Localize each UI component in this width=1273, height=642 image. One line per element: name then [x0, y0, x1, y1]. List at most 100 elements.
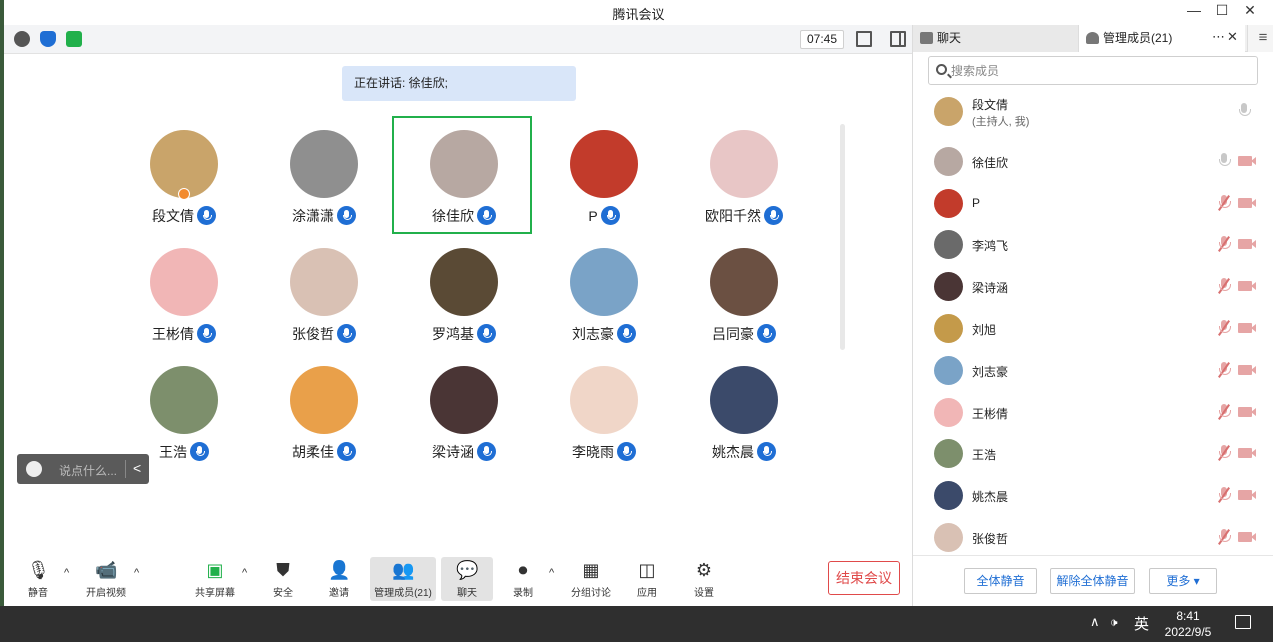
participant-name-text: 涂潇潇 — [292, 208, 334, 224]
mute-all-button[interactable]: 全体静音 — [964, 568, 1037, 594]
notification-icon[interactable] — [1235, 615, 1251, 629]
grid-scrollbar[interactable] — [840, 124, 845, 350]
tab-chat[interactable]: 聊天 — [913, 25, 1079, 52]
member-row[interactable]: 刘旭 — [913, 308, 1273, 350]
member-row[interactable]: 王彬倩 — [913, 392, 1273, 434]
participant-tile[interactable]: P — [534, 118, 674, 236]
member-search[interactable] — [928, 56, 1258, 85]
mic-muted-icon[interactable] — [1218, 236, 1231, 253]
apps-button[interactable]: ◫ 应用 — [616, 557, 678, 601]
unmute-all-button[interactable]: 解除全体静音 — [1050, 568, 1135, 594]
member-row[interactable]: 梁诗涵 — [913, 266, 1273, 308]
member-row[interactable]: 张俊哲 — [913, 517, 1273, 559]
mic-muted-icon[interactable] — [1218, 361, 1231, 378]
participant-tile[interactable]: 吕同豪 — [674, 236, 814, 354]
camera-off-icon[interactable] — [1238, 239, 1256, 250]
mic-muted-icon[interactable] — [1218, 445, 1231, 462]
record-button[interactable]: ⏺ 录制 — [492, 557, 554, 601]
camera-off-icon[interactable] — [1238, 490, 1256, 501]
participant-name: 王彬倩 — [114, 324, 254, 344]
mic-muted-icon[interactable] — [1218, 487, 1231, 504]
member-search-input[interactable] — [951, 61, 1241, 80]
microphone-icon[interactable] — [1238, 103, 1251, 119]
close-window-button[interactable]: ✕ — [1238, 2, 1262, 19]
microphone-icon[interactable] — [1218, 152, 1231, 169]
camera-off-icon[interactable] — [1238, 364, 1256, 375]
member-row[interactable]: 段文倩 (主持人, 我) — [913, 91, 1273, 133]
participant-tile[interactable]: 李晓雨 — [534, 354, 674, 472]
maximize-button[interactable]: ☐ — [1210, 2, 1234, 19]
toggle-panel-icon[interactable] — [890, 31, 906, 47]
share-options-caret[interactable]: ^ — [242, 567, 247, 579]
member-row[interactable]: P — [913, 183, 1273, 225]
participant-name-text: 欧阳千然 — [705, 208, 761, 224]
microphone-icon — [477, 324, 496, 343]
participant-tile[interactable]: 王彬倩 — [114, 236, 254, 354]
audio-options-caret[interactable]: ^ — [64, 567, 69, 579]
camera-off-icon[interactable] — [1238, 406, 1256, 417]
manage-members-button[interactable]: 👥 管理成员(21) — [370, 557, 436, 601]
minimize-button[interactable]: — — [1182, 2, 1206, 18]
video-options-caret[interactable]: ^ — [134, 567, 139, 579]
chat-tab-icon — [920, 32, 933, 44]
participant-tile[interactable]: 罗鸿基 — [394, 236, 534, 354]
member-row[interactable]: 徐佳欣 — [913, 141, 1273, 183]
member-row[interactable]: 姚杰晨 — [913, 475, 1273, 517]
panel-menu-icon[interactable]: ≡ — [1247, 25, 1273, 52]
participant-tile[interactable]: 刘志豪 — [534, 236, 674, 354]
volume-icon[interactable]: 🕩 — [1110, 615, 1118, 630]
signal-icon[interactable] — [66, 31, 82, 47]
fullscreen-icon[interactable] — [856, 31, 872, 47]
participant-tile[interactable]: 梁诗涵 — [394, 354, 534, 472]
info-icon[interactable] — [14, 31, 30, 47]
share-screen-button[interactable]: ▣ 共享屏幕 — [184, 557, 246, 601]
emoji-icon[interactable] — [26, 461, 42, 477]
more-options-icon[interactable]: ⋯ — [1212, 29, 1225, 45]
participant-name: 李晓雨 — [534, 442, 674, 462]
security-button[interactable]: ⛊ 安全 — [252, 557, 314, 601]
mic-muted-icon[interactable] — [1218, 320, 1231, 336]
input-method-indicator[interactable]: 英 — [1134, 613, 1149, 634]
camera-off-icon[interactable] — [1238, 197, 1256, 208]
apps-icon: ◫ — [638, 560, 656, 580]
clock[interactable]: 8:41 2022/9/5 — [1160, 608, 1216, 640]
record-label: 录制 — [513, 588, 533, 599]
mic-muted-icon[interactable] — [1218, 403, 1231, 420]
quick-chat-bar[interactable]: 说点什么... < — [17, 454, 149, 484]
participant-tile[interactable]: 胡柔佳 — [254, 354, 394, 472]
mic-muted-icon[interactable] — [1218, 529, 1231, 545]
member-row[interactable]: 李鸿飞 — [913, 224, 1273, 266]
mute-button[interactable]: 🎙 静音 — [7, 557, 69, 601]
mic-muted-icon[interactable] — [1218, 278, 1231, 295]
camera-off-icon[interactable] — [1238, 155, 1256, 166]
record-options-caret[interactable]: ^ — [549, 567, 554, 579]
start-video-button[interactable]: 📹 开启视频 — [75, 557, 137, 601]
chat-button[interactable]: 💬 聊天 — [441, 557, 493, 601]
camera-off-icon[interactable] — [1238, 323, 1256, 333]
participant-tile[interactable]: 段文倩 — [114, 118, 254, 236]
chat-placeholder[interactable]: 说点什么... — [59, 462, 117, 479]
participant-tile[interactable]: 涂潇潇 — [254, 118, 394, 236]
participant-tile[interactable]: 姚杰晨 — [674, 354, 814, 472]
participant-tile[interactable]: 徐佳欣 — [392, 116, 532, 234]
more-actions-button[interactable]: 更多 ▾ — [1149, 568, 1217, 594]
collapse-chat-icon[interactable]: < — [133, 460, 141, 476]
end-meeting-button[interactable]: 结束会议 — [828, 561, 900, 595]
member-row[interactable]: 刘志豪 — [913, 350, 1273, 392]
camera-off-icon[interactable] — [1238, 281, 1256, 292]
participant-tile[interactable]: 欧阳千然 — [674, 118, 814, 236]
title-bar: 腾讯会议 — ☐ ✕ — [4, 0, 1273, 25]
windows-taskbar: ∧ 🕩 英 8:41 2022/9/5 — [0, 606, 1273, 642]
mic-muted-icon[interactable] — [1218, 194, 1231, 211]
close-panel-icon[interactable]: ✕ — [1227, 29, 1238, 45]
tray-expand-icon[interactable]: ∧ — [1090, 614, 1100, 630]
invite-button[interactable]: 👤 邀请 — [308, 557, 370, 601]
member-row[interactable]: 王浩 — [913, 433, 1273, 475]
shield-icon[interactable] — [40, 31, 56, 47]
member-name: 段文倩 — [972, 98, 1009, 112]
camera-off-icon[interactable] — [1238, 532, 1256, 542]
settings-button[interactable]: ⚙ 设置 — [673, 557, 735, 601]
breakout-rooms-button[interactable]: ▦ 分组讨论 — [560, 557, 622, 601]
participant-tile[interactable]: 张俊哲 — [254, 236, 394, 354]
camera-off-icon[interactable] — [1238, 448, 1256, 459]
